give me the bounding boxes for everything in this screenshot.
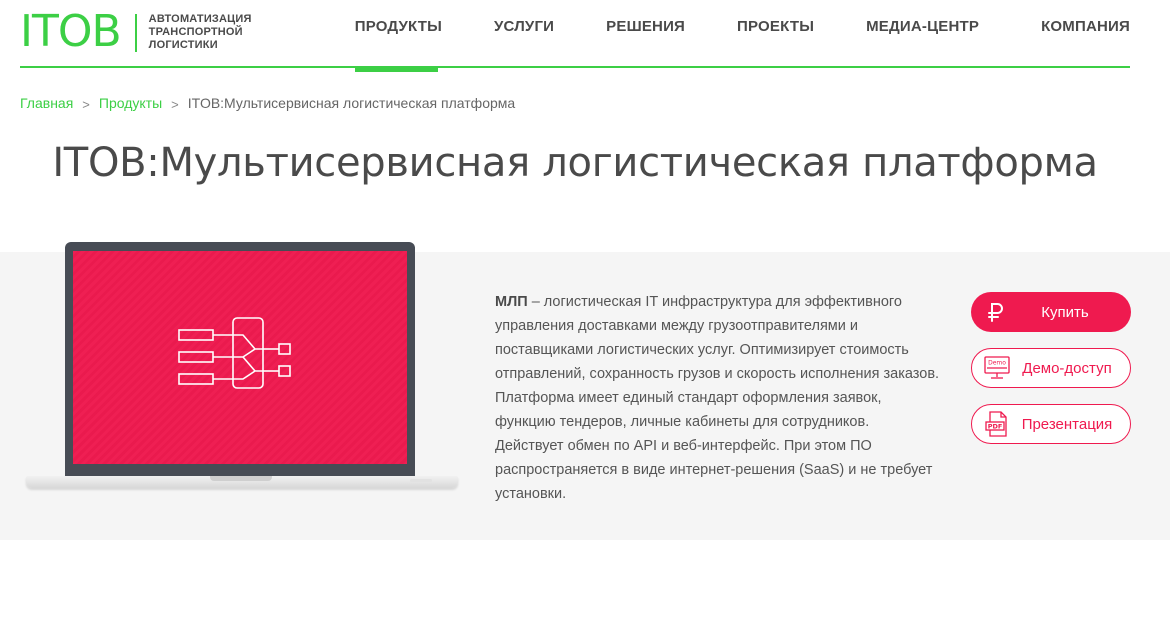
ruble-icon — [983, 299, 1009, 325]
nav-item-products[interactable]: ПРОДУКТЫ — [351, 0, 442, 72]
product-description-text: – логистическая IT инфраструктура для эф… — [495, 294, 940, 502]
logo-mark: ITOB — [20, 6, 122, 57]
breadcrumb-current: ITOB:Мультисервисная логистическая платф… — [187, 95, 516, 111]
main-nav: ПРОДУКТЫ УСЛУГИ РЕШЕНИЯ ПРОЕКТЫ МЕДИА-ЦЕ… — [351, 0, 1130, 72]
product-laptop-illustration — [26, 242, 458, 492]
laptop-foot — [410, 479, 432, 482]
buy-button[interactable]: Купить — [971, 292, 1131, 332]
presentation-button-label: Презентация — [1021, 415, 1113, 433]
svg-text:PDF: PDF — [988, 423, 1003, 431]
laptop-screen — [73, 251, 407, 464]
breadcrumb: Главная > Продукты > ITOB:Мультисервисна… — [20, 95, 516, 112]
demo-access-button[interactable]: Demo Демо-доступ — [971, 348, 1131, 388]
nav-item-solutions[interactable]: РЕШЕНИЯ — [606, 0, 685, 68]
laptop-lid — [65, 242, 415, 476]
product-description: МЛП – логистическая IT инфраструктура дл… — [495, 290, 940, 506]
demo-access-button-label: Демо-доступ — [1022, 359, 1112, 377]
nav-item-projects[interactable]: ПРОЕКТЫ — [737, 0, 814, 68]
product-actions: Купить Demo Демо-доступ PDF Презентация — [971, 292, 1131, 460]
nav-item-company[interactable]: КОМПАНИЯ — [1041, 0, 1130, 68]
nav-item-media-center[interactable]: МЕДИА-ЦЕНТР — [866, 0, 979, 68]
page-title: ITOB:Мультисервисная логистическая платф… — [52, 140, 1098, 186]
breadcrumb-separator: > — [171, 96, 179, 112]
laptop-notch — [210, 476, 272, 481]
breadcrumb-home-link[interactable]: Главная — [20, 95, 73, 111]
breadcrumb-products-link[interactable]: Продукты — [99, 95, 162, 111]
nav-item-services[interactable]: УСЛУГИ — [494, 0, 554, 68]
site-logo[interactable]: ITOB АВТОМАТИЗАЦИЯ ТРАНСПОРТНОЙ ЛОГИСТИК… — [20, 6, 252, 57]
flow-diagram-icon — [178, 317, 291, 389]
site-header: ITOB АВТОМАТИЗАЦИЯ ТРАНСПОРТНОЙ ЛОГИСТИК… — [20, 0, 1130, 72]
svg-text:Demo: Demo — [988, 360, 1006, 367]
pdf-document-icon: PDF — [984, 411, 1010, 437]
breadcrumb-separator: > — [82, 96, 90, 112]
product-lead: МЛП — [495, 294, 528, 310]
logo-tagline: АВТОМАТИЗАЦИЯ ТРАНСПОРТНОЙ ЛОГИСТИКИ — [148, 13, 252, 51]
logo-divider — [134, 14, 137, 52]
demo-monitor-icon: Demo — [984, 355, 1010, 381]
buy-button-label: Купить — [1041, 303, 1089, 321]
presentation-button[interactable]: PDF Презентация — [971, 404, 1131, 444]
